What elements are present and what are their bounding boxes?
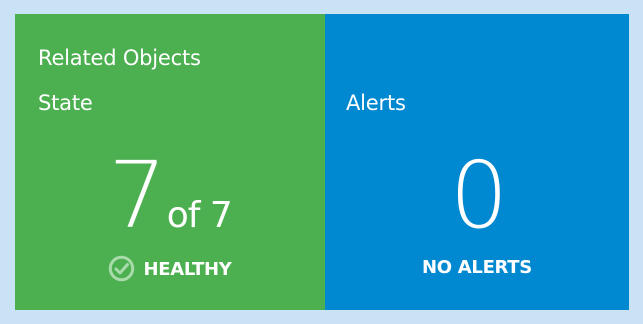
alerts-count-number: 0 xyxy=(449,142,509,249)
dashboard-tiles-panel: Related Objects State 7 of 7 HEALTHY Aler… xyxy=(0,0,643,324)
tile-title-line-2: State xyxy=(38,91,93,115)
related-objects-state-tile[interactable]: Related Objects State 7 of 7 HEALTHY xyxy=(15,14,325,310)
health-status-label: HEALTHY xyxy=(143,259,232,280)
alerts-title: Alerts xyxy=(346,91,406,115)
healthy-count-metric: 7 of 7 xyxy=(15,140,325,252)
tile-title-line-1: Related Objects xyxy=(38,46,201,70)
health-status: HEALTHY xyxy=(15,250,325,290)
check-circle-icon xyxy=(108,255,135,282)
total-count-text: of 7 xyxy=(166,195,233,236)
alerts-count-metric: 0 xyxy=(325,140,629,252)
related-objects-state-title: Related Objects State xyxy=(38,36,201,126)
healthy-count-number: 7 xyxy=(108,142,167,249)
alerts-status: NO ALERTS xyxy=(422,257,532,278)
alerts-tile[interactable]: Alerts 0 NO ALERTS xyxy=(325,14,629,310)
